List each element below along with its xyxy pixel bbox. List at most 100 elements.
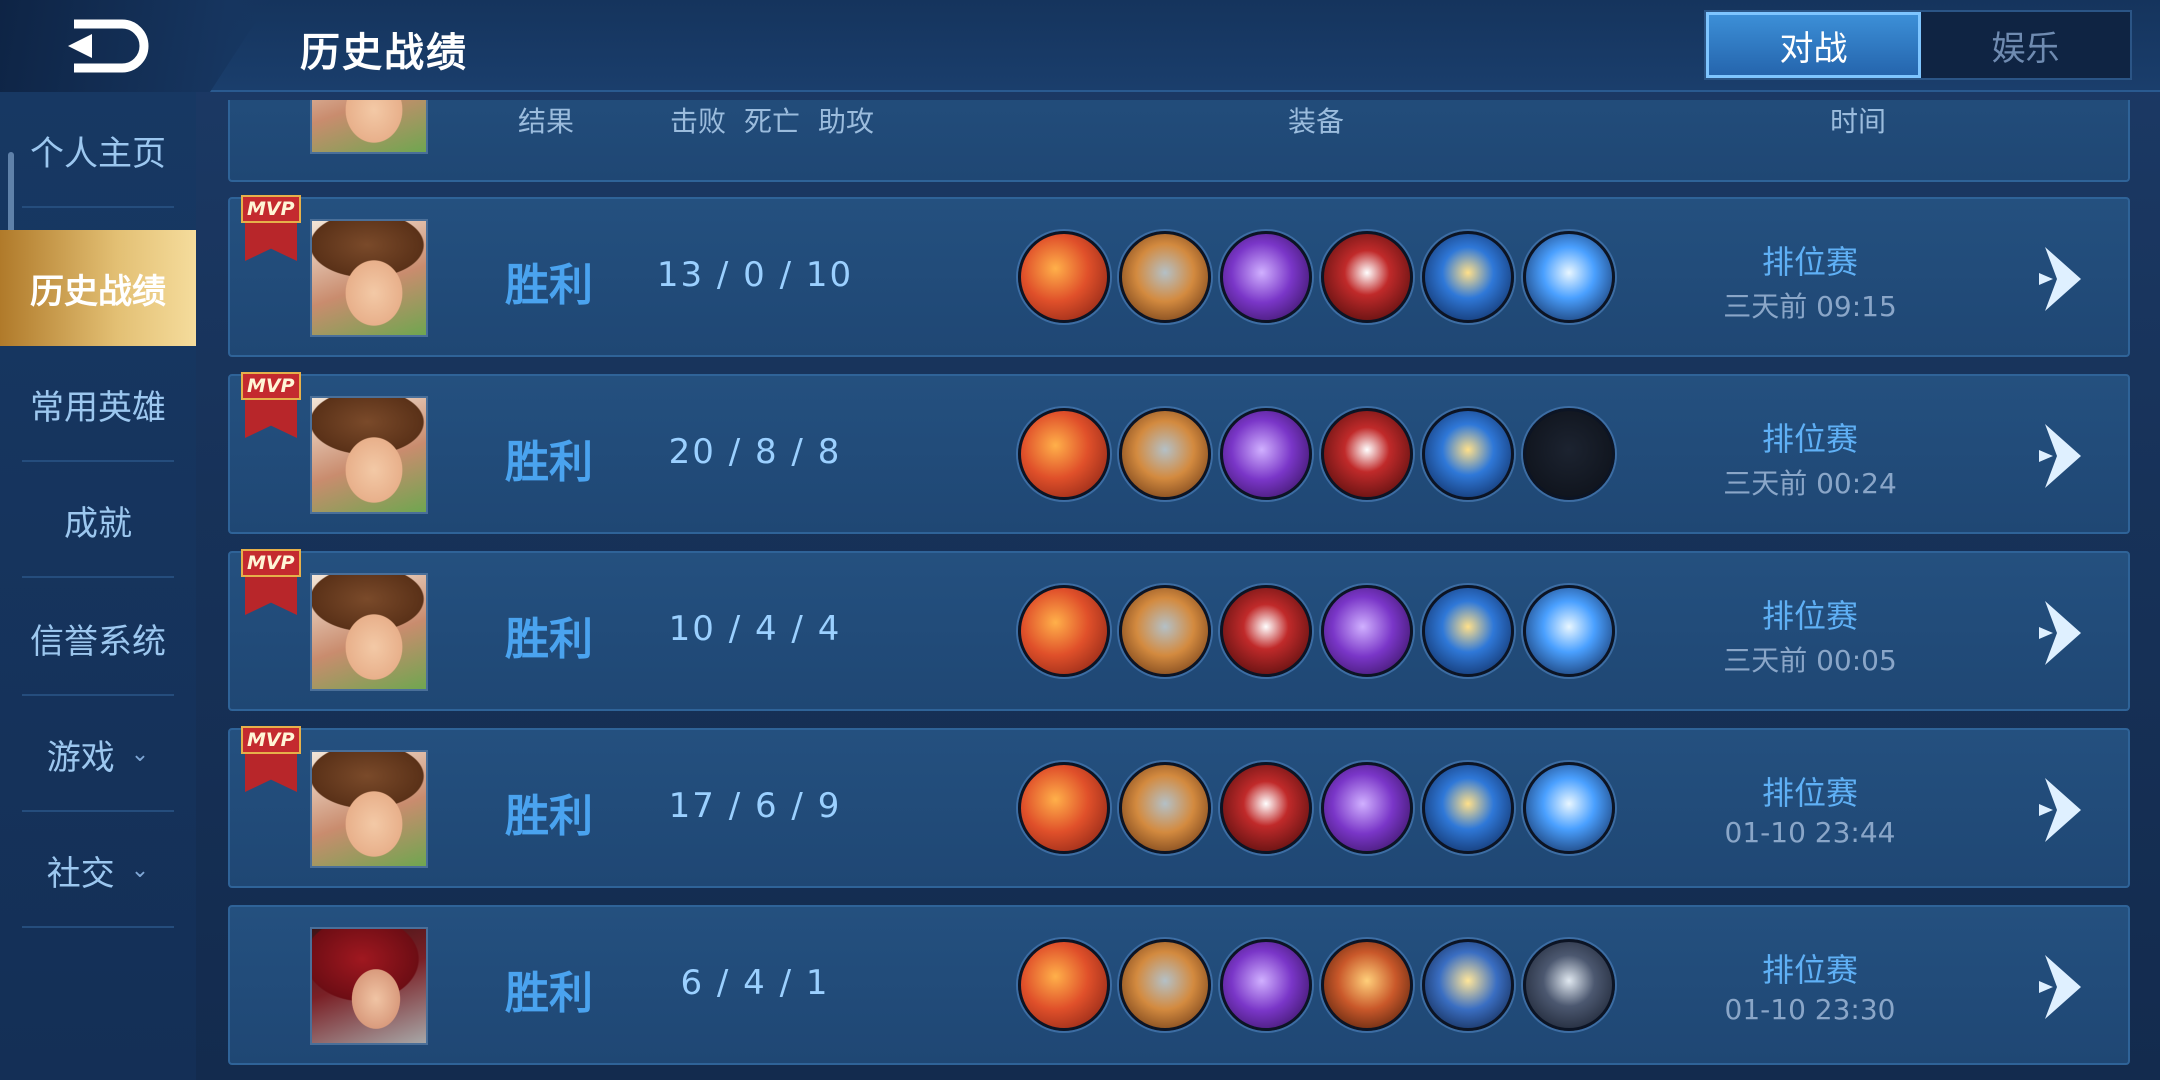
sword-orange-icon <box>1018 762 1110 854</box>
tab-entertainment[interactable]: 娱乐 <box>1921 12 2130 78</box>
chevron-down-icon: ⌄ <box>130 741 150 767</box>
match-result: 胜利 <box>505 260 593 311</box>
axe-purple-icon <box>1220 408 1312 500</box>
equipment-list <box>1018 231 1615 325</box>
sidebar-item-label: 常用英雄 <box>30 387 166 428</box>
match-kda: 20 / 8 / 8 <box>668 432 842 472</box>
arrow-right-icon[interactable] <box>2035 595 2095 671</box>
match-kda: 13 / 0 / 10 <box>656 255 854 295</box>
match-time: 01-10 23:30 <box>1724 993 1896 1026</box>
sword-dark-icon <box>1523 939 1615 1031</box>
back-icon[interactable] <box>64 16 156 76</box>
match-result: 胜利 <box>505 791 593 842</box>
axe-purple-icon <box>1220 231 1312 323</box>
match-mode: 排位赛 <box>1761 597 1858 635</box>
arrow-right-icon[interactable] <box>2035 418 2095 494</box>
sidebar-item-achievements[interactable]: 成就 <box>0 462 196 578</box>
match-result: 胜利 <box>505 968 593 1019</box>
match-row[interactable]: MVP 胜利 17 / 6 / 9 排位赛 01-10 23:44 <box>228 726 2130 888</box>
tab-battle[interactable]: 对战 <box>1706 12 1921 78</box>
match-row[interactable]: MVP 胜利 13 / 0 / 10 排位赛 三天前 09:15 <box>228 195 2130 357</box>
match-list[interactable]: MVP 胜利 13 / 0 / 10 排位赛 三天前 09:15 MVP 胜利 … <box>228 100 2130 1080</box>
column-header-equipment: 装备 <box>1288 105 1345 138</box>
column-header-result: 结果 <box>518 105 575 138</box>
arrow-right-icon[interactable] <box>2035 241 2095 317</box>
mvp-badge: MVP <box>241 195 301 261</box>
equipment-list <box>1018 762 1615 856</box>
dagger-gold-icon <box>1321 939 1413 1031</box>
match-time: 01-10 23:44 <box>1724 816 1896 849</box>
hero-portrait <box>310 219 428 337</box>
column-header-deaths: 死亡 <box>744 105 801 138</box>
boots-icon <box>1119 762 1211 854</box>
top-bar: 历史战绩 对战 娱乐 <box>0 0 2160 92</box>
match-result: 胜利 <box>505 614 593 665</box>
trident-blue-icon <box>1422 231 1514 323</box>
spear-blue-icon <box>1523 231 1615 323</box>
match-kda: 6 / 4 / 1 <box>680 963 830 1003</box>
sidebar-item-label: 社交 <box>46 853 115 894</box>
spear-blue-icon <box>1523 585 1615 677</box>
sidebar-item-game[interactable]: 游戏 ⌄ <box>0 696 196 812</box>
mvp-badge: MVP <box>241 372 301 438</box>
boots-icon <box>1119 408 1211 500</box>
mode-tabs: 对战 娱乐 <box>1704 10 2132 80</box>
match-time: 三天前 09:15 <box>1723 290 1897 323</box>
boots-icon <box>1119 939 1211 1031</box>
sidebar-item-label: 历史战绩 <box>30 271 166 312</box>
chevron-down-icon: ⌄ <box>130 857 150 883</box>
sword-orange-icon <box>1018 231 1110 323</box>
match-row[interactable]: 胜利 6 / 4 / 1 排位赛 01-10 23:30 <box>228 905 2130 1065</box>
blade-red-icon <box>1220 762 1312 854</box>
sun-gold-icon <box>1422 939 1514 1031</box>
arrow-right-icon[interactable] <box>2035 949 2095 1025</box>
arrow-right-icon[interactable] <box>2035 772 2095 848</box>
sidebar-item-label: 信誉系统 <box>30 621 166 662</box>
back-area <box>0 0 270 92</box>
sword-orange-icon <box>1018 585 1110 677</box>
sidebar-item-history[interactable]: 历史战绩 <box>0 230 196 346</box>
sword-orange-icon <box>1018 939 1110 1031</box>
blade-red-icon <box>1321 231 1413 323</box>
axe-purple-icon <box>1321 585 1413 677</box>
trident-blue-icon <box>1422 408 1514 500</box>
mvp-badge: MVP <box>241 549 301 615</box>
match-mode: 排位赛 <box>1761 243 1858 281</box>
sidebar-item-social[interactable]: 社交 ⌄ <box>0 812 196 928</box>
equipment-list <box>1018 408 1615 502</box>
trident-blue-icon <box>1422 762 1514 854</box>
sidebar-item-heroes[interactable]: 常用英雄 <box>0 346 196 462</box>
page-title: 历史战绩 <box>300 30 468 76</box>
trident-blue-icon <box>1422 585 1514 677</box>
axe-purple-icon <box>1321 762 1413 854</box>
column-header-kills: 击败 <box>670 105 727 138</box>
spear-blue-icon <box>1523 762 1615 854</box>
axe-purple-icon <box>1220 939 1312 1031</box>
match-time: 三天前 00:24 <box>1723 467 1897 500</box>
column-header-time: 时间 <box>1830 105 1887 138</box>
hero-portrait <box>310 750 428 868</box>
column-header-assists: 助攻 <box>818 105 875 138</box>
blade-red-icon <box>1321 408 1413 500</box>
blade-red-icon <box>1220 585 1312 677</box>
sidebar-item-profile[interactable]: 个人主页 <box>0 92 196 208</box>
sword-orange-icon <box>1018 408 1110 500</box>
boots-icon <box>1119 231 1211 323</box>
match-row[interactable]: MVP 胜利 20 / 8 / 8 排位赛 三天前 00:24 <box>228 372 2130 534</box>
match-mode: 排位赛 <box>1761 774 1858 812</box>
sidebar-item-label: 个人主页 <box>30 133 166 174</box>
sidebar-item-credit[interactable]: 信誉系统 <box>0 580 196 696</box>
match-mode: 排位赛 <box>1761 951 1858 989</box>
sidebar-item-label: 成就 <box>64 503 132 544</box>
hero-portrait <box>310 927 428 1045</box>
match-kda: 17 / 6 / 9 <box>668 786 842 826</box>
match-time: 三天前 00:05 <box>1723 644 1897 677</box>
match-row[interactable]: MVP 胜利 10 / 4 / 4 排位赛 三天前 00:05 <box>228 549 2130 711</box>
boots-icon <box>1119 585 1211 677</box>
match-kda: 10 / 4 / 4 <box>668 609 842 649</box>
hero-portrait <box>310 573 428 691</box>
mvp-badge: MVP <box>241 726 301 792</box>
match-mode: 排位赛 <box>1761 420 1858 458</box>
equipment-list <box>1018 585 1615 679</box>
empty-slot-icon <box>1523 408 1615 500</box>
